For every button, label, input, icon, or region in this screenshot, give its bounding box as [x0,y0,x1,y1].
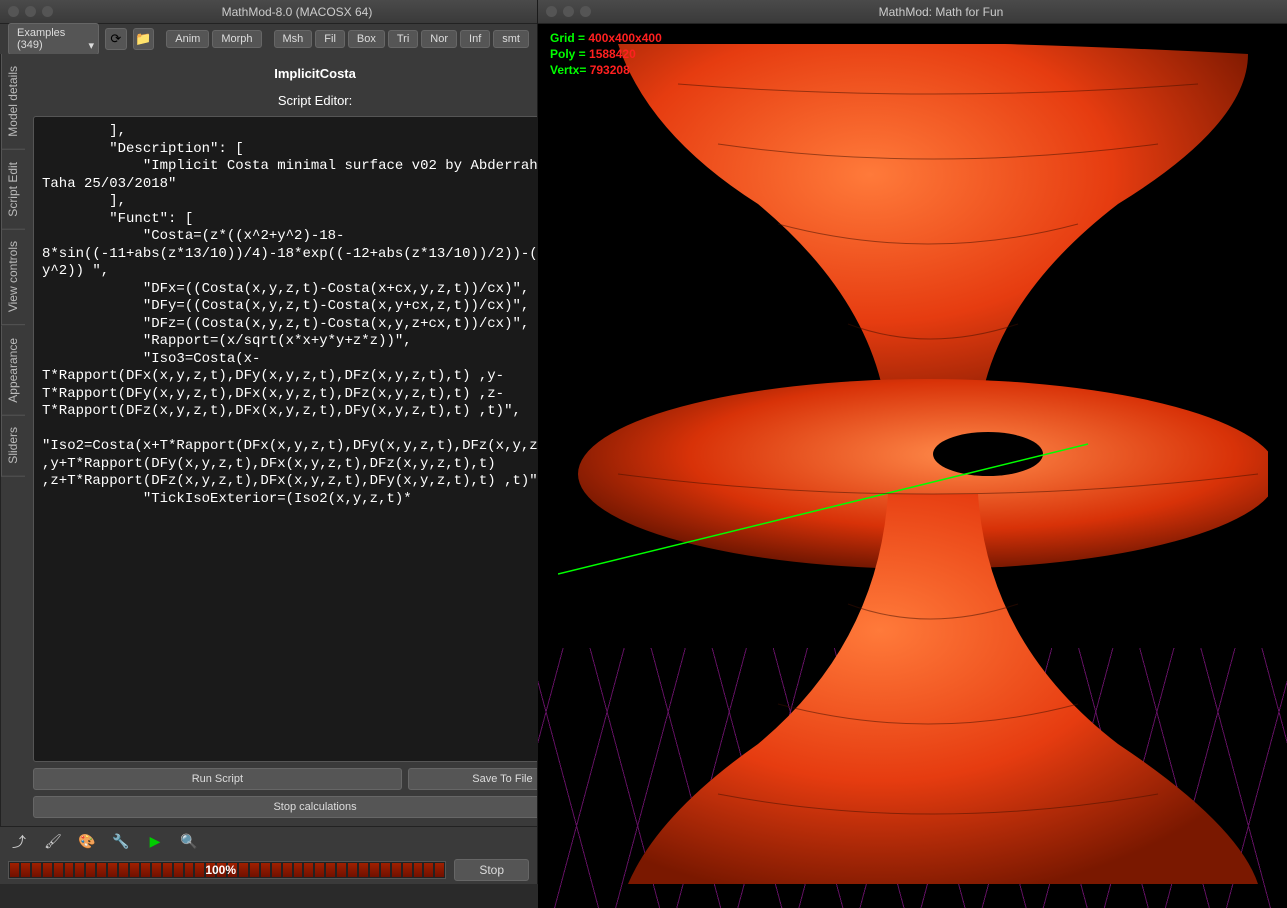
morph-button[interactable]: Morph [212,30,261,48]
progress-row: 100% Stop [0,856,537,884]
wrench-icon[interactable]: 🔧 [110,831,132,853]
traffic-lights-right[interactable] [546,6,591,17]
titlebar-left: MathMod-8.0 (MACOSX 64) [0,0,537,24]
rendered-surface [558,44,1268,884]
model-name: ImplicitCosta [33,62,537,85]
render-stats: Grid = 400x400x400 Poly = 1588420 Vertx=… [550,30,662,79]
progress-bar: 100% [8,861,446,879]
vertx-value: 793208 [590,63,630,77]
bottom-toolbar: ⤴ 🖌 🎨 🔧 ▶ 🔍 [0,826,537,856]
poly-label: Poly = [550,47,589,61]
render-window: MathMod: Math for Fun [538,0,1287,884]
window-title: MathMod-8.0 (MACOSX 64) [65,5,529,19]
poly-value: 1588420 [589,47,636,61]
examples-dropdown[interactable]: Examples (349) [8,23,99,55]
vertical-tab[interactable]: Model details [1,54,25,150]
save-to-file-button[interactable]: Save To File [408,768,537,790]
grid-label: Grid = [550,31,588,45]
play-icon[interactable]: ▶ [144,831,166,853]
inf-button[interactable]: Inf [460,30,490,48]
msh-button[interactable]: Msh [274,30,313,48]
palette-icon[interactable]: 🎨 [76,831,98,853]
refresh-icon[interactable]: ⟳ [105,28,127,50]
vertical-tab[interactable]: Appearance [1,326,25,416]
render-window-title: MathMod: Math for Fun [603,5,1279,19]
export-icon[interactable]: ⤴ [8,831,30,853]
script-editor-label: Script Editor: [33,91,537,110]
progress-percent: 100% [205,863,236,877]
stop-button[interactable]: Stop [454,859,529,881]
titlebar-right: MathMod: Math for Fun [538,0,1287,24]
render-viewport[interactable]: Grid = 400x400x400 Poly = 1588420 Vertx=… [538,24,1287,908]
editor-panel: Model detailsScript EditView controlsApp… [1,54,537,826]
fil-button[interactable]: Fil [315,30,345,48]
traffic-lights[interactable] [8,6,53,17]
smt-button[interactable]: smt [493,30,529,48]
vertical-tab[interactable]: Script Edit [1,150,25,230]
grid-value: 400x400x400 [588,31,661,45]
folder-icon[interactable]: 📁 [133,28,155,50]
stop-calculations-button[interactable]: Stop calculations [33,796,537,818]
vertical-tab[interactable]: View controls [1,229,25,325]
nor-button[interactable]: Nor [421,30,457,48]
vertical-tab[interactable]: Sliders [1,415,25,477]
box-button[interactable]: Box [348,30,385,48]
search-icon[interactable]: 🔍 [178,831,200,853]
tri-button[interactable]: Tri [388,30,418,48]
top-toolbar: Examples (349) ⟳ 📁 Anim Morph Msh Fil Bo… [0,24,537,54]
script-editor[interactable]: ], "Description": [ "Implicit Costa mini… [33,116,537,762]
brush-icon[interactable]: 🖌 [42,831,64,853]
main-window: MathMod-8.0 (MACOSX 64) Examples (349) ⟳… [0,0,538,884]
anim-button[interactable]: Anim [166,30,209,48]
vertical-tabs: Model detailsScript EditView controlsApp… [1,54,25,826]
vertx-label: Vertx= [550,63,590,77]
run-script-button[interactable]: Run Script [33,768,402,790]
main-area: Gyroidal Tori_2GyroidLaticeHelical ToriH… [0,54,537,826]
